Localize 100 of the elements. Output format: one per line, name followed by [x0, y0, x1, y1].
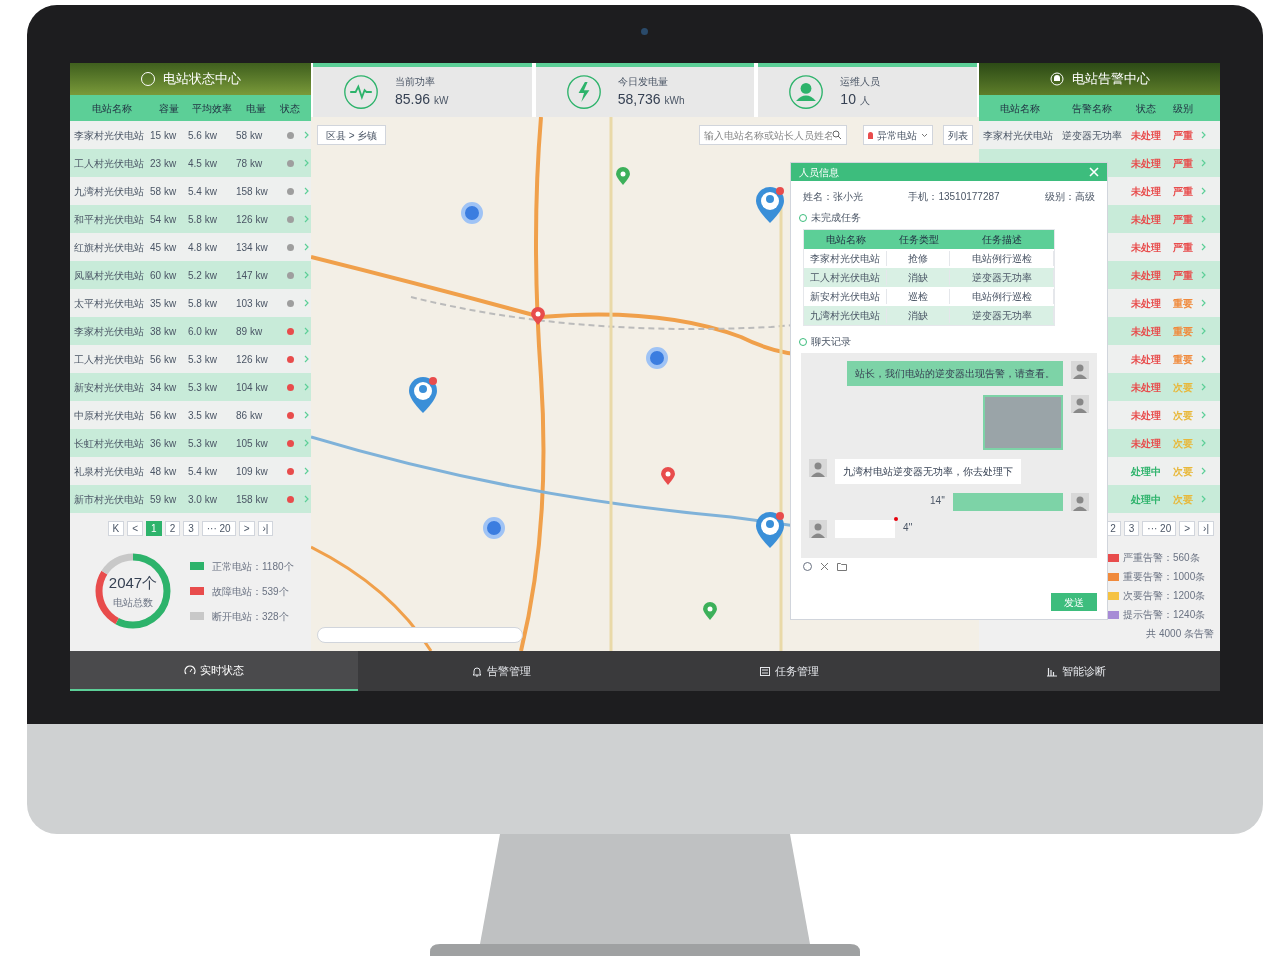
alarm-total: 共 4000 条告警 [1146, 627, 1215, 641]
legend-label: 次要告警：1200条 [1123, 589, 1206, 603]
legend-label: 提示告警：1240条 [1123, 608, 1206, 622]
table-cell: 电站例行巡检 [950, 289, 1054, 304]
stat-unit: kWh [664, 94, 685, 108]
stat-value: 58,736 [617, 90, 661, 109]
chat-message: 九湾村电站逆变器无功率，你去处理下 [835, 459, 1021, 484]
legend-label: 断开电站：328个 [212, 609, 289, 624]
table-cell-text: 红旗村光伏电站 [74, 240, 145, 255]
voice-duration: 14'' [930, 494, 945, 508]
stat-label: 当前功率 [395, 75, 436, 89]
table-cell: 李家村光伏电站 [804, 251, 887, 266]
table-cell-text: 109 kw [236, 464, 269, 479]
table-cell-text: 5.4 kw [188, 464, 218, 479]
legend-label: 故障电站：539个 [212, 584, 289, 599]
status-text: 未处理 [1130, 408, 1162, 423]
section-title: 聊天记录 [811, 335, 851, 349]
column-header: 平均效率 [191, 101, 233, 116]
table-cell-text: 5.4 kw [188, 184, 218, 199]
column-header: 告警名称 [1071, 101, 1113, 116]
status-text: 处理中 [1130, 464, 1162, 479]
table-cell-text: 5.3 kw [188, 436, 218, 451]
stat-value: 85.96 [395, 90, 431, 109]
total-caption: 电站总数 [113, 595, 153, 610]
voice-duration: 4'' [903, 521, 913, 535]
status-text: 未处理 [1130, 212, 1162, 227]
column-header: 状态 [1135, 101, 1157, 116]
column-header: 级别 [1172, 101, 1194, 116]
legend-label: 严重告警：560条 [1123, 551, 1200, 565]
table-cell: 电站例行巡检 [950, 251, 1054, 266]
table-cell-text: 3.0 kw [188, 492, 218, 507]
level-text: 次要 [1172, 408, 1194, 423]
column-header: 电站名称 [824, 233, 867, 247]
person-phone: 手机：13510177287 [908, 190, 1000, 204]
total-count: 2047个 [108, 573, 158, 594]
table-cell-text: 89 kw [236, 324, 264, 339]
table-cell-text: 礼泉村光伏电站 [74, 464, 145, 479]
table-cell-text: 逆变器无功率 [1061, 128, 1123, 143]
table-cell: 消缺 [887, 270, 950, 285]
table-cell-text: 5.8 kw [188, 296, 218, 311]
level-text: 次要 [1172, 492, 1194, 507]
level-text: 严重 [1172, 240, 1194, 255]
level-text: 重要 [1172, 352, 1194, 367]
stat-label: 运维人员 [840, 75, 881, 89]
table-cell-text: 23 kw [150, 156, 178, 171]
popup-title: 人员信息 [799, 165, 839, 180]
table-cell-text: 15 kw [150, 128, 178, 143]
stat-unit: 人 [859, 94, 870, 108]
table-cell-text: 5.8 kw [188, 212, 218, 227]
table-cell: 新安村光伏电站 [804, 289, 887, 304]
table-cell: 逆变器无功率 [950, 270, 1054, 285]
table-cell-text: 5.3 kw [188, 380, 218, 395]
stat-label: 今日发电量 [617, 75, 669, 89]
table-cell-text: 59 kw [150, 492, 178, 507]
stat-value: 10 [840, 90, 856, 109]
panel-title: 电站状态中心 [162, 70, 241, 89]
status-text: 未处理 [1130, 352, 1162, 367]
table-cell-text: 工人村光伏电站 [74, 156, 145, 171]
table-cell-text: 凤凰村光伏电站 [74, 268, 145, 283]
level-text: 次要 [1172, 464, 1194, 479]
table-cell-text: 李家村光伏电站 [74, 324, 145, 339]
legend-label: 重要告警：1000条 [1123, 570, 1206, 584]
table-cell-text: 126 kw [236, 352, 269, 367]
table-cell-text: 86 kw [236, 408, 264, 423]
table-cell-text: 38 kw [150, 324, 178, 339]
table-cell-text: 60 kw [150, 268, 178, 283]
table-cell-text: 九湾村光伏电站 [74, 184, 145, 199]
table-cell-text: 太平村光伏电站 [74, 296, 145, 311]
section-title: 未完成任务 [811, 211, 861, 225]
status-text: 未处理 [1130, 156, 1162, 171]
level-text: 严重 [1172, 268, 1194, 283]
status-text: 未处理 [1130, 296, 1162, 311]
level-text: 严重 [1172, 184, 1194, 199]
table-cell: 抢修 [887, 251, 950, 266]
table-cell-text: 工人村光伏电站 [74, 352, 145, 367]
table-cell-text: 48 kw [150, 464, 178, 479]
table-cell-text: 新安村光伏电站 [74, 380, 145, 395]
table-cell-text: 李家村光伏电站 [74, 128, 145, 143]
table-cell-text: 36 kw [150, 436, 178, 451]
table-cell-text: 56 kw [150, 352, 178, 367]
panel-title: 电站告警中心 [1071, 70, 1150, 89]
table-cell-text: 中原村光伏电站 [74, 408, 145, 423]
status-text: 未处理 [1130, 268, 1162, 283]
table-cell-text: 104 kw [236, 380, 269, 395]
table-cell-text: 158 kw [236, 184, 269, 199]
column-header: 电量 [245, 101, 267, 116]
level-text: 重要 [1172, 324, 1194, 339]
column-header: 任务类型 [897, 233, 940, 247]
legend-label: 正常电站：1180个 [212, 559, 294, 574]
table-cell-text: 105 kw [236, 436, 269, 451]
table-cell-text: 134 kw [236, 240, 269, 255]
status-text: 未处理 [1130, 324, 1162, 339]
table-cell: 九湾村光伏电站 [804, 308, 887, 323]
table-cell-text: 54 kw [150, 212, 178, 227]
table-cell: 消缺 [887, 308, 950, 323]
status-text: 未处理 [1130, 436, 1162, 451]
table-cell: 逆变器无功率 [950, 308, 1054, 323]
table-cell-text: 新市村光伏电站 [74, 492, 145, 507]
level-text: 次要 [1172, 380, 1194, 395]
column-header: 电站名称 [91, 101, 133, 116]
